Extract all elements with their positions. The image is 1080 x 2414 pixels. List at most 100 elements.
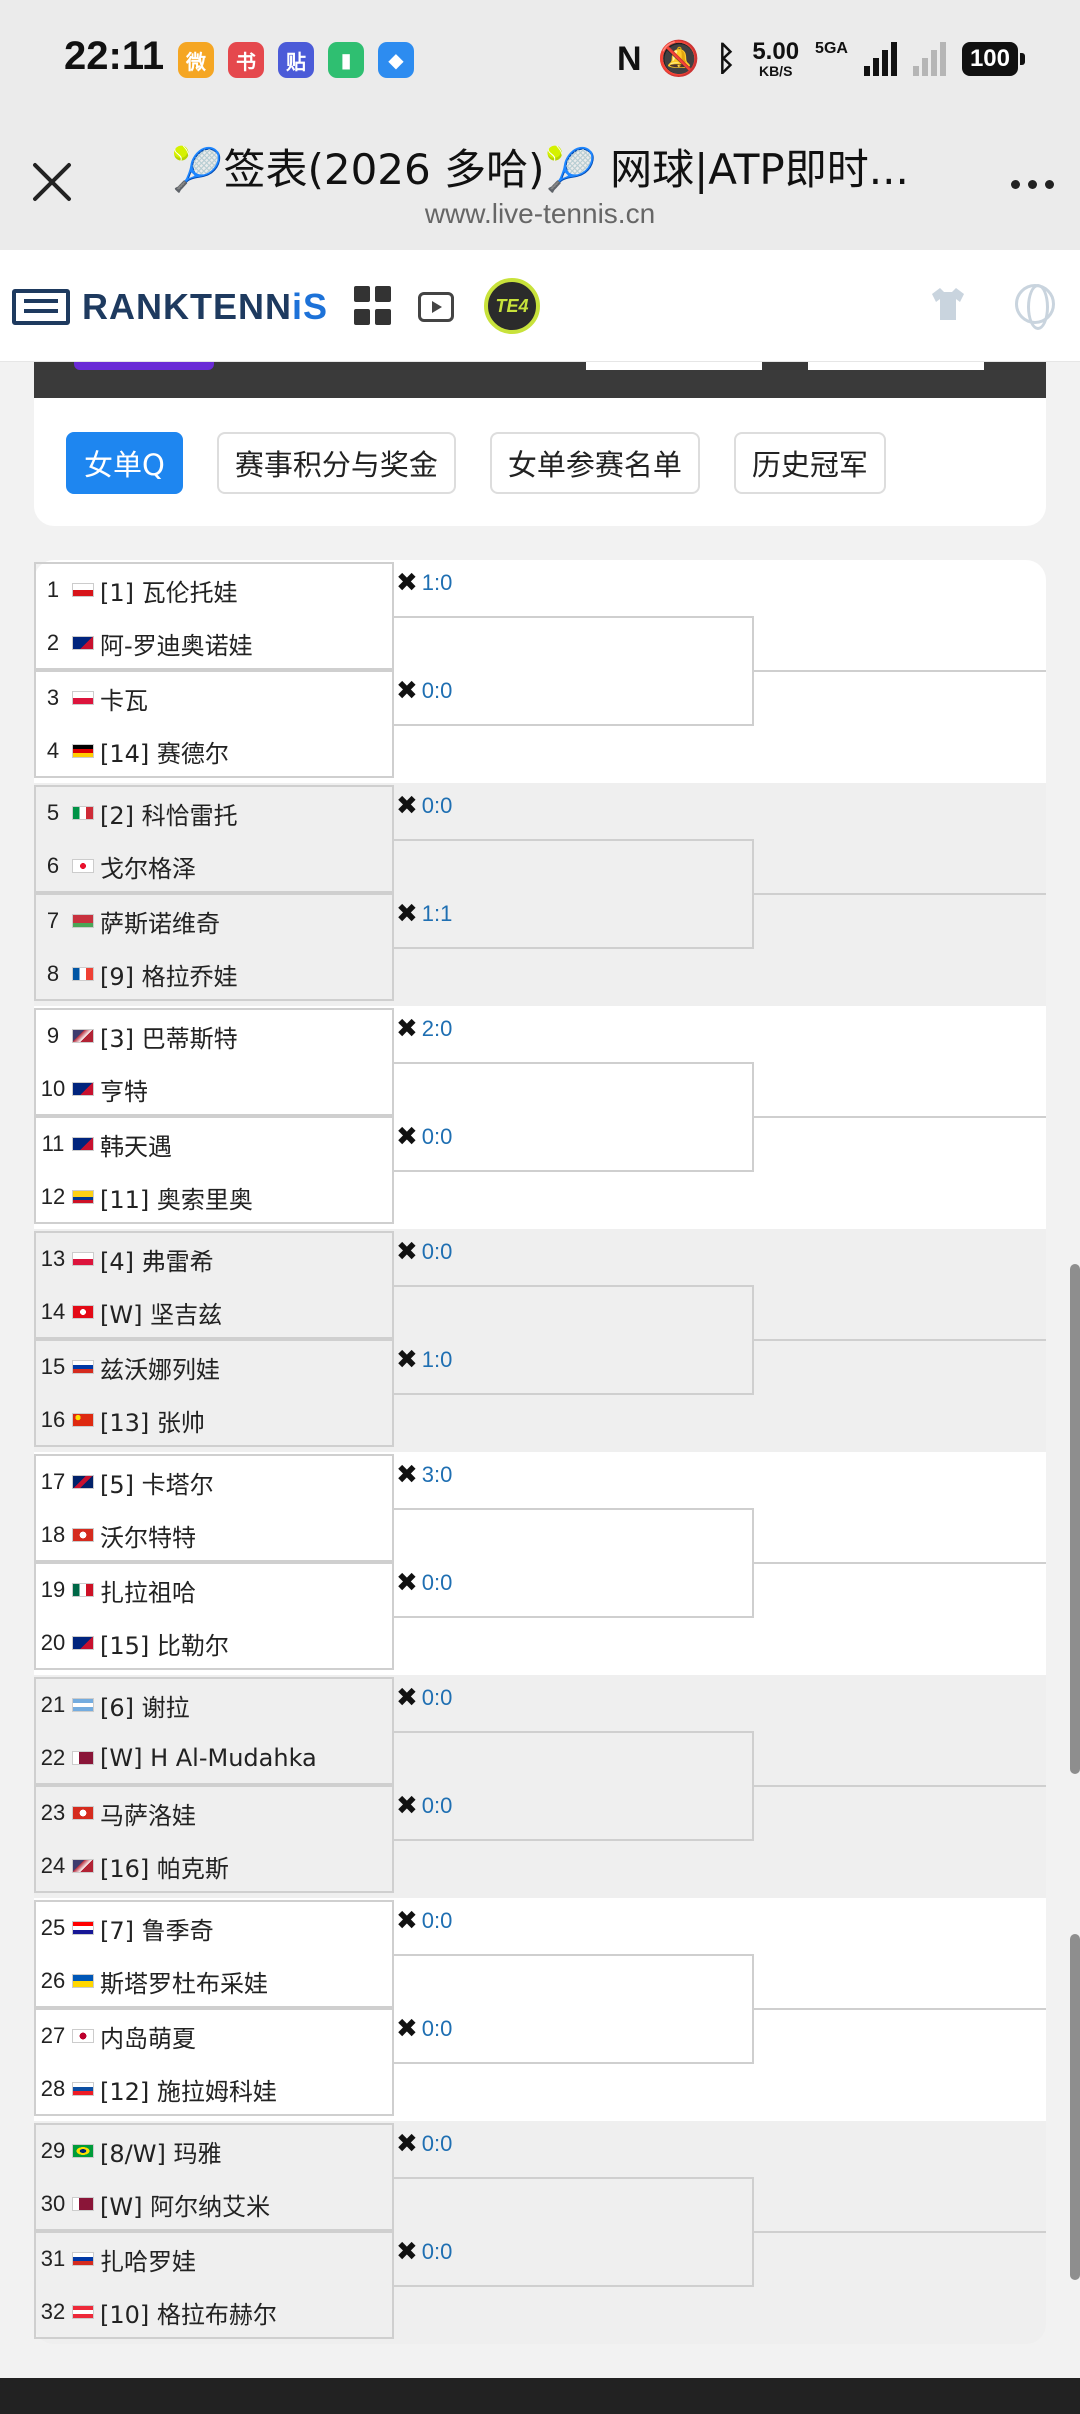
match-score[interactable]: ✖ 0:0 bbox=[396, 1570, 452, 1596]
match-score[interactable]: ✖ 3:0 bbox=[396, 1462, 452, 1488]
player-row[interactable]: 15 兹沃娜列娃 bbox=[36, 1341, 392, 1393]
match-card[interactable]: 21 [6] 谢拉 22 [W] H Al-Mudahka bbox=[34, 1677, 394, 1785]
player-row[interactable]: 7 萨斯诺维奇 bbox=[36, 895, 392, 947]
match-score[interactable]: ✖ 0:0 bbox=[396, 1793, 452, 1819]
player-row[interactable]: 23 马萨洛娃 bbox=[36, 1787, 392, 1839]
player-name[interactable]: 斯塔罗杜布采娃 bbox=[100, 1964, 268, 1999]
te4-badge-icon[interactable]: TE4 bbox=[484, 278, 540, 334]
match-card[interactable]: 31 扎哈罗娃 32 [10] 格拉布赫尔 bbox=[34, 2231, 394, 2339]
player-name[interactable]: [4] 弗雷希 bbox=[100, 1242, 214, 1277]
match-score[interactable]: ✖ 0:0 bbox=[396, 1239, 452, 1265]
player-name[interactable]: [3] 巴蒂斯特 bbox=[100, 1019, 238, 1054]
player-row[interactable]: 10 亨特 bbox=[36, 1063, 392, 1115]
more-options-icon[interactable] bbox=[1011, 180, 1054, 189]
match-card[interactable]: 15 兹沃娜列娃 16 [13] 张帅 bbox=[34, 1339, 394, 1447]
player-row[interactable]: 2 阿-罗迪奥诺娃 bbox=[36, 617, 392, 669]
player-name[interactable]: [8/W] 玛雅 bbox=[100, 2134, 221, 2169]
player-row[interactable]: 11 韩天遇 bbox=[36, 1118, 392, 1170]
player-name[interactable]: [9] 格拉乔娃 bbox=[100, 957, 238, 992]
player-name[interactable]: [1] 瓦伦托娃 bbox=[100, 573, 238, 608]
player-name[interactable]: 萨斯诺维奇 bbox=[100, 904, 220, 939]
player-row[interactable]: 17 [5] 卡塔尔 bbox=[36, 1456, 392, 1508]
scrollbar-lower[interactable] bbox=[1070, 1934, 1080, 2280]
tab-1[interactable]: 赛事积分与奖金 bbox=[216, 432, 456, 494]
player-name[interactable]: [7] 鲁季奇 bbox=[100, 1911, 214, 1946]
shirt-icon[interactable] bbox=[928, 286, 968, 322]
player-row[interactable]: 12 [11] 奥索里奥 bbox=[36, 1171, 392, 1223]
player-name[interactable]: 卡瓦 bbox=[100, 681, 148, 716]
site-logo[interactable]: RANKTENNiS bbox=[12, 286, 328, 328]
match-score[interactable]: ✖ 0:0 bbox=[396, 2131, 452, 2157]
player-name[interactable]: 扎拉祖哈 bbox=[100, 1573, 196, 1608]
scrollbar[interactable] bbox=[1070, 1264, 1080, 1774]
player-name[interactable]: [10] 格拉布赫尔 bbox=[100, 2295, 277, 2330]
match-score[interactable]: ✖ 1:1 bbox=[396, 901, 452, 927]
match-score[interactable]: ✖ 0:0 bbox=[396, 1908, 452, 1934]
match-card[interactable]: 1 [1] 瓦伦托娃 2 阿-罗迪奥诺娃 bbox=[34, 562, 394, 670]
player-row[interactable]: 30 [W] 阿尔纳艾米 bbox=[36, 2178, 392, 2230]
player-row[interactable]: 8 [9] 格拉乔娃 bbox=[36, 948, 392, 1000]
player-name[interactable]: [11] 奥索里奥 bbox=[100, 1180, 253, 1215]
player-row[interactable]: 20 [15] 比勒尔 bbox=[36, 1617, 392, 1669]
player-row[interactable]: 19 扎拉祖哈 bbox=[36, 1564, 392, 1616]
player-row[interactable]: 22 [W] H Al-Mudahka bbox=[36, 1732, 392, 1784]
player-name[interactable]: [12] 施拉姆科娃 bbox=[100, 2072, 277, 2107]
player-name[interactable]: 扎哈罗娃 bbox=[100, 2242, 196, 2277]
tab-3[interactable]: 历史冠军 bbox=[733, 432, 886, 494]
player-row[interactable]: 21 [6] 谢拉 bbox=[36, 1679, 392, 1731]
match-score[interactable]: ✖ 0:0 bbox=[396, 793, 452, 819]
player-row[interactable]: 26 斯塔罗杜布采娃 bbox=[36, 1955, 392, 2007]
player-name[interactable]: 沃尔特特 bbox=[100, 1518, 196, 1553]
player-name[interactable]: [5] 卡塔尔 bbox=[100, 1465, 214, 1500]
tab-0[interactable]: 女单Q bbox=[66, 432, 183, 494]
player-row[interactable]: 9 [3] 巴蒂斯特 bbox=[36, 1010, 392, 1062]
match-card[interactable]: 5 [2] 科恰雷托 6 戈尔格泽 bbox=[34, 785, 394, 893]
match-card[interactable]: 27 内岛萌夏 28 [12] 施拉姆科娃 bbox=[34, 2008, 394, 2116]
player-row[interactable]: 16 [13] 张帅 bbox=[36, 1394, 392, 1446]
player-row[interactable]: 6 戈尔格泽 bbox=[36, 840, 392, 892]
match-score[interactable]: ✖ 0:0 bbox=[396, 1685, 452, 1711]
player-name[interactable]: [15] 比勒尔 bbox=[100, 1626, 229, 1661]
player-row[interactable]: 13 [4] 弗雷希 bbox=[36, 1233, 392, 1285]
match-score[interactable]: ✖ 1:0 bbox=[396, 1347, 452, 1373]
player-row[interactable]: 25 [7] 鲁季奇 bbox=[36, 1902, 392, 1954]
player-name[interactable]: [13] 张帅 bbox=[100, 1403, 205, 1438]
player-row[interactable]: 29 [8/W] 玛雅 bbox=[36, 2125, 392, 2177]
match-score[interactable]: ✖ 0:0 bbox=[396, 1124, 452, 1150]
match-card[interactable]: 25 [7] 鲁季奇 26 斯塔罗杜布采娃 bbox=[34, 1900, 394, 2008]
match-card[interactable]: 23 马萨洛娃 24 [16] 帕克斯 bbox=[34, 1785, 394, 1893]
player-name[interactable]: [W] H Al-Mudahka bbox=[100, 1744, 317, 1772]
match-score[interactable]: ✖ 1:0 bbox=[396, 570, 452, 596]
video-icon[interactable] bbox=[418, 292, 454, 322]
player-name[interactable]: [14] 赛德尔 bbox=[100, 734, 229, 769]
player-row[interactable]: 4 [14] 赛德尔 bbox=[36, 725, 392, 777]
match-card[interactable]: 13 [4] 弗雷希 14 [W] 坚吉兹 bbox=[34, 1231, 394, 1339]
player-name[interactable]: 兹沃娜列娃 bbox=[100, 1350, 220, 1385]
player-name[interactable]: 戈尔格泽 bbox=[100, 849, 196, 884]
match-card[interactable]: 9 [3] 巴蒂斯特 10 亨特 bbox=[34, 1008, 394, 1116]
player-row[interactable]: 31 扎哈罗娃 bbox=[36, 2233, 392, 2285]
tab-2[interactable]: 女单参赛名单 bbox=[489, 432, 700, 494]
match-card[interactable]: 3 卡瓦 4 [14] 赛德尔 bbox=[34, 670, 394, 778]
match-score[interactable]: ✖ 0:0 bbox=[396, 2239, 452, 2265]
grid-menu-icon[interactable] bbox=[354, 286, 394, 326]
close-icon[interactable] bbox=[30, 158, 74, 202]
player-row[interactable]: 5 [2] 科恰雷托 bbox=[36, 787, 392, 839]
match-score[interactable]: ✖ 0:0 bbox=[396, 2016, 452, 2042]
player-row[interactable]: 27 内岛萌夏 bbox=[36, 2010, 392, 2062]
player-row[interactable]: 28 [12] 施拉姆科娃 bbox=[36, 2063, 392, 2115]
player-row[interactable]: 18 沃尔特特 bbox=[36, 1509, 392, 1561]
match-score[interactable]: ✖ 2:0 bbox=[396, 1016, 452, 1042]
player-name[interactable]: 内岛萌夏 bbox=[100, 2019, 196, 2054]
player-name[interactable]: [6] 谢拉 bbox=[100, 1688, 190, 1723]
match-card[interactable]: 29 [8/W] 玛雅 30 [W] 阿尔纳艾米 bbox=[34, 2123, 394, 2231]
player-row[interactable]: 24 [16] 帕克斯 bbox=[36, 1840, 392, 1892]
match-card[interactable]: 7 萨斯诺维奇 8 [9] 格拉乔娃 bbox=[34, 893, 394, 1001]
player-name[interactable]: [W] 坚吉兹 bbox=[100, 1295, 222, 1330]
player-name[interactable]: [W] 阿尔纳艾米 bbox=[100, 2187, 270, 2222]
match-card[interactable]: 19 扎拉祖哈 20 [15] 比勒尔 bbox=[34, 1562, 394, 1670]
match-card[interactable]: 17 [5] 卡塔尔 18 沃尔特特 bbox=[34, 1454, 394, 1562]
globe-icon[interactable] bbox=[1015, 284, 1055, 330]
player-row[interactable]: 3 卡瓦 bbox=[36, 672, 392, 724]
player-name[interactable]: [16] 帕克斯 bbox=[100, 1849, 229, 1884]
